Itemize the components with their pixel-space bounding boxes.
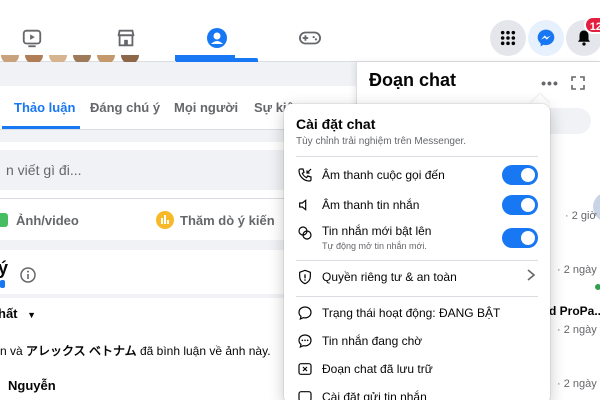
menu-label: Âm thanh cuộc gọi đến bbox=[322, 168, 445, 182]
more-dots-icon: ••• bbox=[541, 75, 559, 91]
settings-message-icon bbox=[296, 388, 314, 400]
browser-strip bbox=[0, 0, 600, 8]
menu-sublabel: Tự động mở tin nhắn mới. bbox=[322, 241, 427, 251]
expand-button[interactable] bbox=[565, 70, 591, 96]
chat-time: · 2 ngày bbox=[557, 264, 597, 276]
menu-label: Quyền riêng tư & an toàn bbox=[322, 270, 457, 284]
tab-discussion[interactable]: Thảo luận bbox=[14, 86, 75, 130]
post-author[interactable]: Nguyễn bbox=[8, 378, 56, 393]
section-heading: ý bbox=[0, 258, 9, 278]
chat-time: · 2 ngày bbox=[557, 378, 597, 390]
online-indicator bbox=[593, 282, 600, 292]
activity-suffix: đã bình luận về ảnh này. bbox=[136, 344, 271, 358]
menu-subtitle: Tùy chỉnh trải nghiệm trên Messenger. bbox=[296, 136, 467, 147]
groups-icon[interactable] bbox=[203, 24, 231, 52]
divider bbox=[296, 156, 538, 157]
more-options-button[interactable]: ••• bbox=[537, 70, 563, 96]
action-label: Ảnh/video bbox=[16, 212, 79, 228]
tab-active-underline bbox=[2, 126, 80, 129]
incoming-call-sound-row[interactable]: Âm thanh cuộc gọi đến bbox=[284, 160, 550, 190]
notification-badge: 12 bbox=[583, 16, 600, 34]
phone-incoming-icon bbox=[296, 166, 314, 184]
grid-icon bbox=[500, 30, 516, 46]
speech-bubble-icon bbox=[296, 304, 314, 322]
sort-dropdown[interactable]: hất ▼ bbox=[0, 306, 36, 321]
chat-time: · 2 ngày bbox=[557, 324, 597, 336]
notifications-button[interactable]: 12 bbox=[566, 16, 600, 56]
composer-input[interactable]: n viết gì đi... bbox=[0, 150, 320, 190]
action-label: Thăm dò ý kiến bbox=[180, 212, 275, 228]
photo-icon bbox=[0, 213, 8, 227]
archived-chats-row[interactable]: Đoạn chat đã lưu trữ bbox=[284, 354, 550, 384]
tab-featured[interactable]: Đáng chú ý bbox=[90, 86, 160, 130]
chevron-right-icon bbox=[526, 268, 536, 286]
message-pending-icon bbox=[296, 332, 314, 350]
chat-title: Đoạn chat bbox=[369, 70, 457, 90]
heading-accent bbox=[0, 280, 5, 288]
poll-icon bbox=[156, 211, 174, 229]
poll-button[interactable]: Thăm dò ý kiến bbox=[156, 206, 275, 234]
speaker-icon bbox=[296, 196, 314, 214]
pending-messages-row[interactable]: Tin nhắn đang chờ bbox=[284, 326, 550, 356]
chat-preview: d ProPa... bbox=[549, 304, 600, 318]
new-message-popup-row[interactable]: Tin nhắn mới bật lên Tự động mở tin nhắn… bbox=[284, 220, 550, 256]
menu-label: Đoạn chat đã lưu trữ bbox=[322, 362, 433, 376]
menu-grid-button[interactable] bbox=[490, 20, 526, 56]
menu-label: Tin nhắn mới bật lên bbox=[322, 224, 432, 238]
activity-prefix: n và bbox=[0, 344, 27, 358]
messenger-button[interactable] bbox=[528, 20, 564, 56]
chat-time: · 2 giờ bbox=[565, 210, 597, 222]
active-status-row[interactable]: Trạng thái hoạt động: ĐANG BẬT bbox=[284, 298, 550, 328]
incoming-call-sound-toggle[interactable] bbox=[502, 165, 538, 185]
photo-video-button[interactable]: Ảnh/video bbox=[0, 206, 79, 234]
tab-label: Thảo luận bbox=[14, 100, 76, 115]
divider bbox=[296, 260, 538, 261]
expand-icon bbox=[571, 76, 585, 90]
watch-icon[interactable] bbox=[18, 24, 46, 52]
menu-label: Cài đặt gửi tin nhắn bbox=[322, 390, 427, 400]
activity-name[interactable]: アレックス ベトナム bbox=[26, 344, 137, 358]
marketplace-icon[interactable] bbox=[112, 24, 140, 52]
tab-people[interactable]: Mọi người bbox=[174, 86, 238, 130]
chat-settings-menu: Cài đặt chat Tùy chỉnh trải nghiệm trên … bbox=[284, 104, 550, 400]
menu-label: Âm thanh tin nhắn bbox=[322, 198, 420, 212]
new-message-popup-toggle[interactable] bbox=[502, 228, 538, 248]
menu-title: Cài đặt chat bbox=[296, 116, 376, 132]
caret-down-icon: ▼ bbox=[27, 310, 37, 320]
message-sound-toggle[interactable] bbox=[502, 195, 538, 215]
archive-icon bbox=[296, 360, 314, 378]
messenger-icon bbox=[537, 29, 555, 47]
member-avatars bbox=[0, 52, 240, 62]
privacy-safety-row[interactable]: Quyền riêng tư & an toàn bbox=[284, 262, 550, 292]
info-icon[interactable] bbox=[20, 267, 36, 283]
chat-bubbles-icon bbox=[296, 224, 314, 242]
shield-icon bbox=[296, 268, 314, 286]
message-sound-row[interactable]: Âm thanh tin nhắn bbox=[284, 190, 550, 220]
divider bbox=[296, 296, 538, 297]
gaming-icon[interactable] bbox=[296, 24, 324, 52]
activity-line: n và アレックス ベトナム đã bình luận về ảnh này. bbox=[0, 342, 271, 359]
menu-label: Trạng thái hoạt động: ĐANG BẬT bbox=[322, 306, 501, 320]
menu-label: Tin nhắn đang chờ bbox=[322, 334, 423, 348]
sort-label: hất bbox=[0, 306, 18, 321]
message-delivery-settings-row[interactable]: Cài đặt gửi tin nhắn bbox=[284, 382, 550, 400]
